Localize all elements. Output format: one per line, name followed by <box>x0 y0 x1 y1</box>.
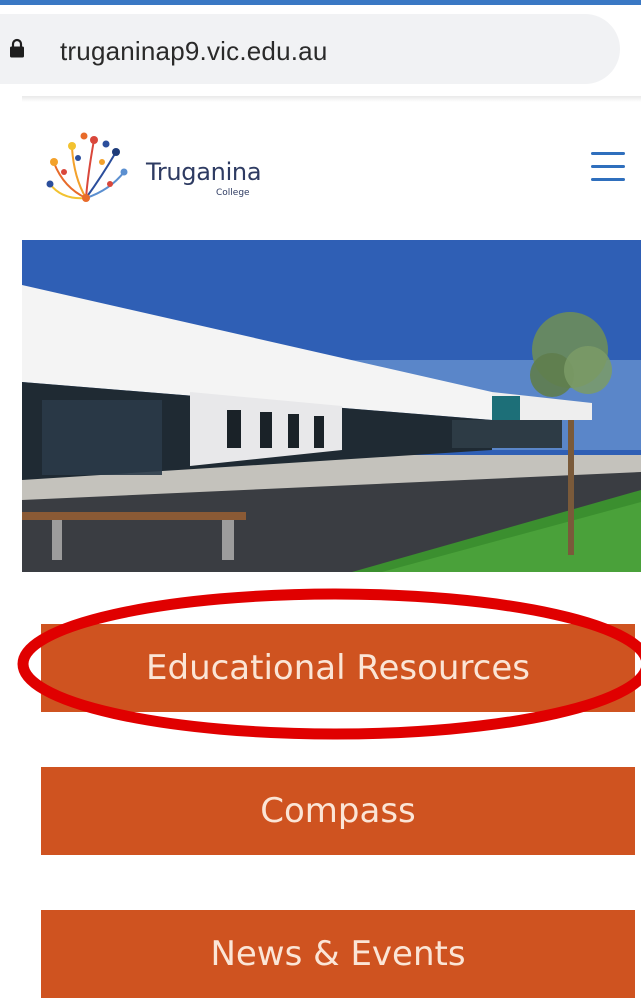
hero-image <box>22 240 641 572</box>
educational-resources-button[interactable]: Educational Resources <box>41 624 635 712</box>
browser-top-strip <box>0 0 641 5</box>
logo-subtitle: College <box>216 188 250 198</box>
compass-label: Compass <box>260 791 416 831</box>
college-logo[interactable]: Truganina College <box>44 128 294 212</box>
hamburger-menu-icon[interactable] <box>588 152 628 182</box>
url-text[interactable]: truganinap9.vic.edu.au <box>60 36 328 67</box>
lock-icon <box>10 38 24 58</box>
address-bar[interactable]: truganinap9.vic.edu.au <box>0 14 620 84</box>
compass-button[interactable]: Compass <box>41 767 635 855</box>
header-divider <box>22 96 641 102</box>
logo-emblem-icon <box>46 132 128 202</box>
educational-resources-label: Educational Resources <box>146 648 530 688</box>
news-events-label: News & Events <box>210 934 466 974</box>
school-building-photo <box>22 240 641 572</box>
logo-name: Truganina <box>146 158 262 186</box>
news-events-button[interactable]: News & Events <box>41 910 635 998</box>
